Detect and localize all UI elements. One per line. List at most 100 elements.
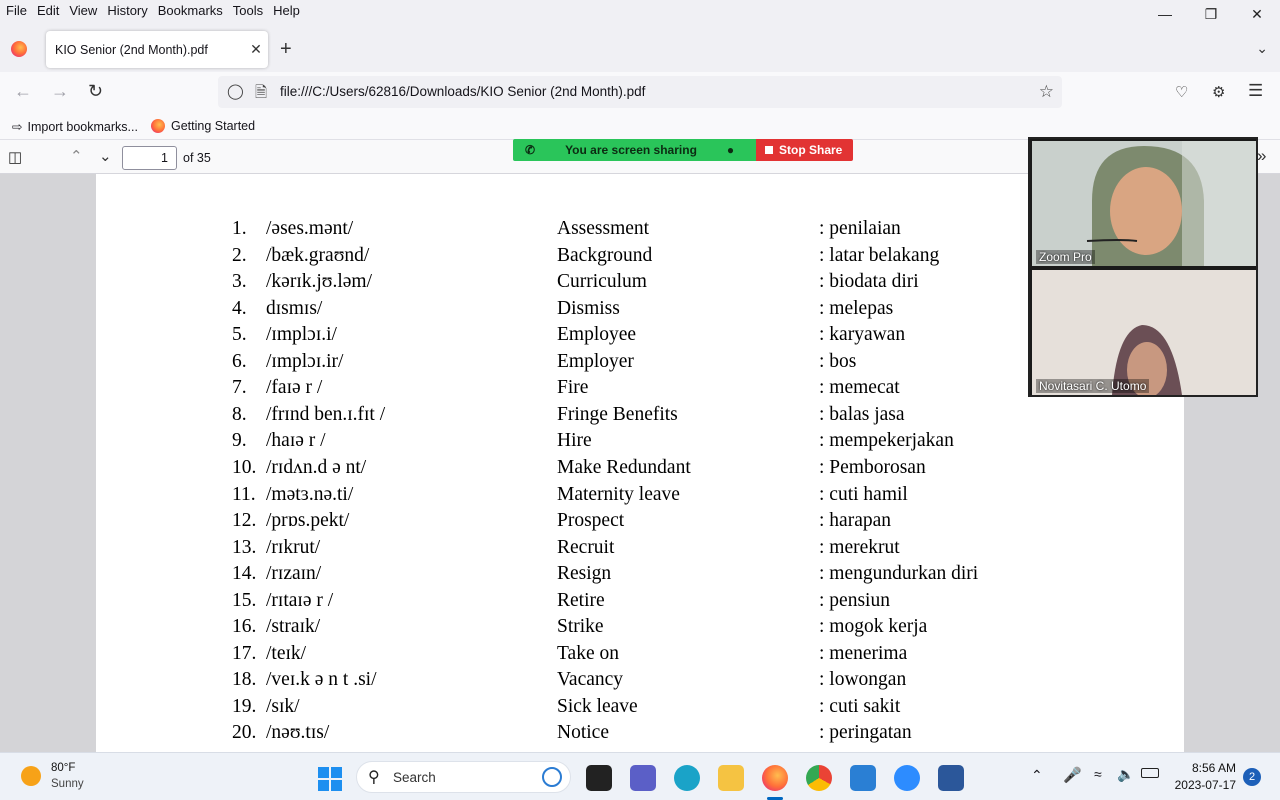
weather-condition[interactable]: Sunny (51, 778, 84, 790)
chevron-down-icon[interactable]: ⌄ (1256, 40, 1268, 57)
windows-start-icon[interactable] (318, 767, 342, 791)
screen-share-status: You are screen sharing (565, 143, 697, 157)
reload-icon[interactable]: ↻ (88, 81, 103, 102)
previous-page-icon[interactable]: ⌃ (70, 147, 83, 165)
clock-time[interactable]: 8:56 AM (1180, 761, 1236, 775)
bing-icon (542, 767, 562, 787)
vocabulary-row: 15. /rɪtaɪə r / Retire: pensiun (96, 590, 1184, 616)
file-explorer-icon[interactable] (718, 765, 744, 791)
stop-share-button[interactable]: Stop Share (756, 139, 853, 161)
vocabulary-word: Fire (557, 377, 589, 399)
notification-badge[interactable]: 2 (1243, 768, 1261, 786)
tools-chevron-icon[interactable]: » (1257, 146, 1266, 166)
firefox-view-icon[interactable] (11, 41, 27, 57)
weather-temperature[interactable]: 80°F (51, 762, 75, 774)
zoom-video-panel[interactable]: Zoom Pro Novitasari C. Utomo (1028, 137, 1258, 397)
menu-history[interactable]: History (102, 0, 152, 22)
vocabulary-meaning: : mengundurkan diri (819, 563, 979, 585)
taskbar-search[interactable]: ⚲ Search (356, 761, 571, 793)
sun-icon[interactable] (21, 766, 41, 786)
firefox-taskbar-icon[interactable] (762, 765, 788, 791)
zoom-icon[interactable] (894, 765, 920, 791)
vocabulary-ipa: /rɪzaɪn/ (266, 563, 322, 585)
hamburger-menu-icon[interactable]: ☰ (1248, 81, 1263, 101)
vocabulary-num: 11. (232, 483, 256, 505)
vocabulary-num: 10. (232, 456, 257, 478)
vocabulary-row: 14. /rɪzaɪn/Resign: mengundurkan diri (96, 563, 1184, 589)
vocabulary-num: 9. (232, 430, 247, 452)
new-tab-icon[interactable]: + (280, 38, 292, 61)
vocabulary-meaning: : mogok kerja (819, 616, 928, 638)
vocabulary-ipa: /mətɜ.nə.ti/ (266, 483, 354, 505)
menu-bookmarks[interactable]: Bookmarks (153, 0, 228, 22)
close-tab-icon[interactable]: ✕ (244, 41, 268, 58)
vocabulary-word: Fringe Benefits (557, 403, 678, 425)
screen-share-banner[interactable]: ✆ You are screen sharing ● (513, 139, 757, 161)
battery-icon[interactable] (1141, 768, 1159, 778)
shield-icon[interactable]: ◯ (227, 82, 244, 100)
vocabulary-meaning: : bos (819, 350, 857, 372)
vocabulary-word: Strike (557, 616, 604, 638)
chrome-icon[interactable] (806, 765, 832, 791)
vocabulary-ipa: /prɒs.pekt/ (266, 510, 350, 532)
vocabulary-ipa: /rɪtaɪə r / (266, 589, 334, 611)
back-icon[interactable]: ← (14, 81, 32, 102)
volume-icon[interactable]: 🔈 (1117, 766, 1134, 783)
getting-started-bookmark[interactable]: Getting Started (151, 119, 255, 133)
vocabulary-meaning: : cuti sakit (819, 695, 901, 717)
video-tile-host[interactable]: Zoom Pro (1032, 141, 1256, 266)
vocabulary-word: Recruit (557, 536, 615, 558)
teams-icon[interactable] (630, 765, 656, 791)
menu-view[interactable]: View (64, 0, 102, 22)
vocabulary-ipa: /ɪmplɔɪ.ir/ (266, 350, 344, 372)
task-view-icon[interactable] (586, 765, 612, 791)
shield-check-icon: ● (726, 143, 735, 157)
import-bookmarks[interactable]: ⇨ Import bookmarks... (12, 119, 138, 135)
wifi-icon[interactable]: ≈ (1094, 766, 1102, 782)
next-page-icon[interactable]: ⌄ (99, 147, 112, 165)
pocket-icon[interactable]: ♡ (1175, 83, 1188, 101)
menu-edit[interactable]: Edit (32, 0, 64, 22)
vocabulary-meaning: : melepas (819, 297, 894, 319)
menu-tools[interactable]: Tools (228, 0, 268, 22)
vocabulary-word: Prospect (557, 510, 625, 532)
vocabulary-row: 17. /teɪk/Take on: menerima (96, 643, 1184, 669)
mail-icon[interactable] (850, 765, 876, 791)
vocabulary-word: Take on (557, 642, 619, 664)
url-text[interactable]: file:///C:/Users/62816/Downloads/KIO Sen… (280, 84, 645, 99)
tab-pdf[interactable]: KIO Senior (2nd Month).pdf ✕ (46, 31, 268, 68)
search-label: Search (393, 770, 436, 785)
forward-icon[interactable]: → (51, 81, 69, 102)
vocabulary-word: Curriculum (557, 271, 647, 293)
sidebar-toggle-icon[interactable]: ◫ (8, 148, 22, 166)
word-icon[interactable] (938, 765, 964, 791)
vocabulary-row: 11. /mətɜ.nə.ti/Maternity leave: cuti ham… (96, 484, 1184, 510)
extensions-icon[interactable]: ⚙ (1212, 83, 1225, 101)
stop-share-label: Stop Share (779, 143, 843, 157)
vocabulary-row: 13. /rɪkrut/Recruit: merekrut (96, 537, 1184, 563)
vocabulary-meaning: : balas jasa (819, 403, 905, 425)
menu-help[interactable]: Help (268, 0, 305, 22)
vocabulary-num: 6. (232, 350, 247, 372)
vocabulary-meaning: : harapan (819, 510, 892, 532)
vocabulary-meaning: : lowongan (819, 669, 907, 691)
vocabulary-meaning: : menerima (819, 642, 908, 664)
vocabulary-word: Retire (557, 589, 605, 611)
phone-icon: ✆ (525, 143, 536, 157)
page-number-input[interactable]: 1 (122, 146, 177, 170)
microphone-icon[interactable]: 🎤 (1063, 766, 1082, 784)
import-bookmarks-label: Import bookmarks... (27, 119, 138, 134)
vocabulary-word: Employer (557, 350, 634, 372)
vocabulary-word: Notice (557, 722, 609, 744)
vocabulary-word: Sick leave (557, 695, 638, 717)
chevron-up-icon[interactable]: ⌃ (1031, 767, 1043, 784)
vocabulary-row: 6. /ɪmplɔɪ.ir/Employer : bos (96, 351, 1184, 377)
video-tile-participant[interactable]: Novitasari C. Utomo (1032, 270, 1256, 395)
menu-file[interactable]: File (0, 0, 32, 22)
edge-icon[interactable] (674, 765, 700, 791)
clock-date[interactable]: 2023-07-17 (1162, 778, 1236, 792)
url-bar[interactable]: ◯ 🗎 file:///C:/Users/62816/Downloads/KIO… (218, 76, 1062, 108)
star-icon[interactable]: ☆ (1039, 82, 1054, 102)
vocabulary-ipa: /nəʊ.tɪs/ (266, 722, 330, 744)
vocabulary-row: 5. /ɪmplɔɪ.i/Employee: karyawan (96, 324, 1184, 350)
